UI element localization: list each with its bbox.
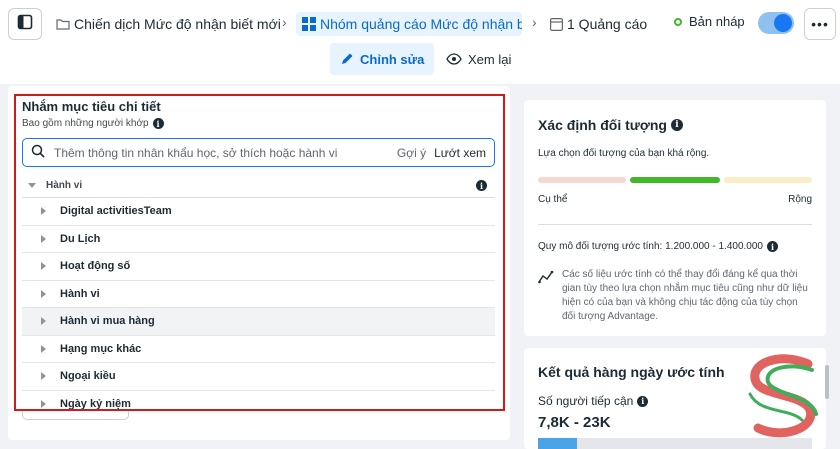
tree-item[interactable]: Ngày kỷ niệm	[22, 391, 495, 410]
tab-edit-label: Chỉnh sửa	[360, 51, 425, 67]
tree-item[interactable]: Hành vi	[22, 281, 495, 308]
status-label: Bản nháp	[689, 14, 745, 29]
caret-right-icon	[41, 317, 46, 326]
targeting-tree: Hành vi i Digital activitiesTeam Du Lịch…	[22, 174, 495, 410]
scrollbar-thumb[interactable]	[825, 365, 829, 399]
tree-item[interactable]: Ngoại kiều	[22, 363, 495, 391]
pencil-icon	[340, 52, 354, 66]
subtitle-text: Bao gồm những người khớp	[22, 118, 149, 129]
audience-size-text: Quy mô đối tượng ước tính: 1.200.000 - 1…	[538, 241, 763, 252]
chevron-right-icon: ›	[282, 14, 287, 30]
search-icon	[31, 144, 45, 161]
tree-item-label: Hạng mục khác	[60, 342, 142, 355]
eye-icon	[446, 53, 462, 65]
targeting-search-input[interactable]: Thêm thông tin nhân khẩu học, sở thích h…	[22, 138, 495, 167]
breadcrumb-adset[interactable]: Nhóm quảng cáo Mức độ nhận biế	[296, 12, 522, 36]
caret-right-icon	[41, 262, 46, 271]
tab-review[interactable]: Xem lại	[436, 43, 521, 75]
reach-bar-fill	[538, 438, 577, 449]
section-title: Nhắm mục tiêu chi tiết	[22, 99, 161, 114]
draft-status: Bản nháp	[674, 14, 745, 29]
folder-icon	[56, 18, 70, 30]
meter-specific-label: Cụ thể	[538, 194, 568, 205]
publish-toggle[interactable]	[758, 12, 794, 34]
toggle-knob	[774, 14, 792, 32]
caret-right-icon	[41, 234, 46, 243]
breadcrumb-adset-label: Nhóm quảng cáo Mức độ nhận biế	[320, 16, 522, 32]
chevron-right-icon: ›	[532, 14, 537, 30]
tree-item-label: Ngoại kiều	[60, 370, 116, 383]
audience-meter	[538, 177, 812, 183]
reach-label-text: Số người tiếp cận	[538, 394, 634, 408]
audience-definition-card: Xác định đối tượng i Lựa chọn đối tượng …	[524, 100, 826, 336]
tree-item-label: Hành vi mua hàng	[60, 315, 155, 328]
audience-title: Xác định đối tượng i	[538, 117, 683, 133]
watermark-logo	[748, 354, 818, 438]
tree-item-label: Du Lịch	[60, 232, 101, 245]
tree-item[interactable]: Digital activitiesTeam	[22, 198, 495, 226]
tree-item[interactable]: Hoạt động số	[22, 253, 495, 281]
sidebar-panel-icon	[17, 14, 33, 35]
breadcrumb-campaign[interactable]: Chiến dịch Mức độ nhận biết mới	[56, 12, 281, 36]
breadcrumb-ads[interactable]: 1 Quảng cáo	[550, 12, 647, 36]
caret-right-icon	[41, 344, 46, 353]
category-label: Hành vi	[46, 180, 83, 191]
tree-item-label: Ngày kỷ niệm	[60, 397, 131, 410]
tree-item[interactable]: Hạng mục khác	[22, 336, 495, 363]
caret-down-icon	[28, 183, 36, 188]
info-icon[interactable]: i	[766, 241, 778, 252]
audience-description: Lựa chọn đối tượng của bạn khá rộng.	[538, 148, 710, 159]
audience-size-estimate: Quy mô đối tượng ước tính: 1.200.000 - 1…	[538, 241, 778, 252]
caret-right-icon	[41, 289, 46, 298]
section-subtitle: Bao gồm những người khớp i	[22, 118, 164, 129]
tab-review-label: Xem lại	[468, 51, 512, 67]
daily-results-title: Kết quả hàng ngày ước tính	[538, 364, 725, 380]
tree-item[interactable]: Du Lịch	[22, 226, 495, 253]
info-icon[interactable]: i	[637, 395, 649, 407]
top-bar: Chiến dịch Mức độ nhận biết mới › Nhóm q…	[0, 0, 840, 84]
reach-label: Số người tiếp cận i	[538, 394, 649, 408]
meter-narrow-segment	[538, 177, 626, 183]
meter-broad-label: Rộng	[788, 194, 812, 205]
audience-title-text: Xác định đối tượng	[538, 117, 667, 133]
caret-right-icon	[41, 207, 46, 216]
info-icon[interactable]: i	[476, 180, 487, 191]
status-dot-icon	[674, 17, 682, 26]
tree-category-header[interactable]: Hành vi i	[22, 174, 495, 198]
info-icon[interactable]: i	[670, 119, 683, 131]
detailed-targeting-section: Nhắm mục tiêu chi tiết Bao gồm những ngư…	[14, 94, 505, 411]
search-placeholder: Thêm thông tin nhân khẩu học, sở thích h…	[54, 145, 338, 160]
trend-line-icon	[538, 270, 554, 289]
caret-right-icon	[41, 399, 46, 408]
grid-icon	[302, 17, 316, 31]
tree-item-label: Hành vi	[60, 287, 100, 300]
breadcrumb-campaign-label: Chiến dịch Mức độ nhận biết mới	[74, 16, 281, 32]
tree-item-label: Hoạt động số	[60, 260, 131, 273]
caret-right-icon	[41, 372, 46, 381]
tree-item-label: Digital activitiesTeam	[60, 205, 172, 218]
divider	[538, 224, 812, 225]
meter-wide-segment	[724, 177, 812, 183]
ad-frame-icon	[550, 17, 563, 31]
suggestions-link[interactable]: Gợi ý	[397, 146, 426, 160]
tab-edit[interactable]: Chỉnh sửa	[330, 43, 435, 75]
more-options-button[interactable]: •••	[804, 8, 836, 40]
info-icon[interactable]: i	[152, 118, 164, 129]
meter-good-segment	[630, 177, 720, 183]
tree-item[interactable]: Hành vi mua hàng	[22, 308, 495, 336]
breadcrumb-ads-label: 1 Quảng cáo	[567, 16, 648, 32]
estimate-disclaimer: Các số liệu ước tính có thể thay đổi đán…	[562, 269, 808, 322]
more-dots-icon: •••	[811, 16, 829, 32]
browse-link[interactable]: Lướt xem	[434, 146, 486, 160]
reach-value: 7,8K - 23K	[538, 414, 611, 431]
sidebar-toggle-button[interactable]	[8, 8, 42, 40]
